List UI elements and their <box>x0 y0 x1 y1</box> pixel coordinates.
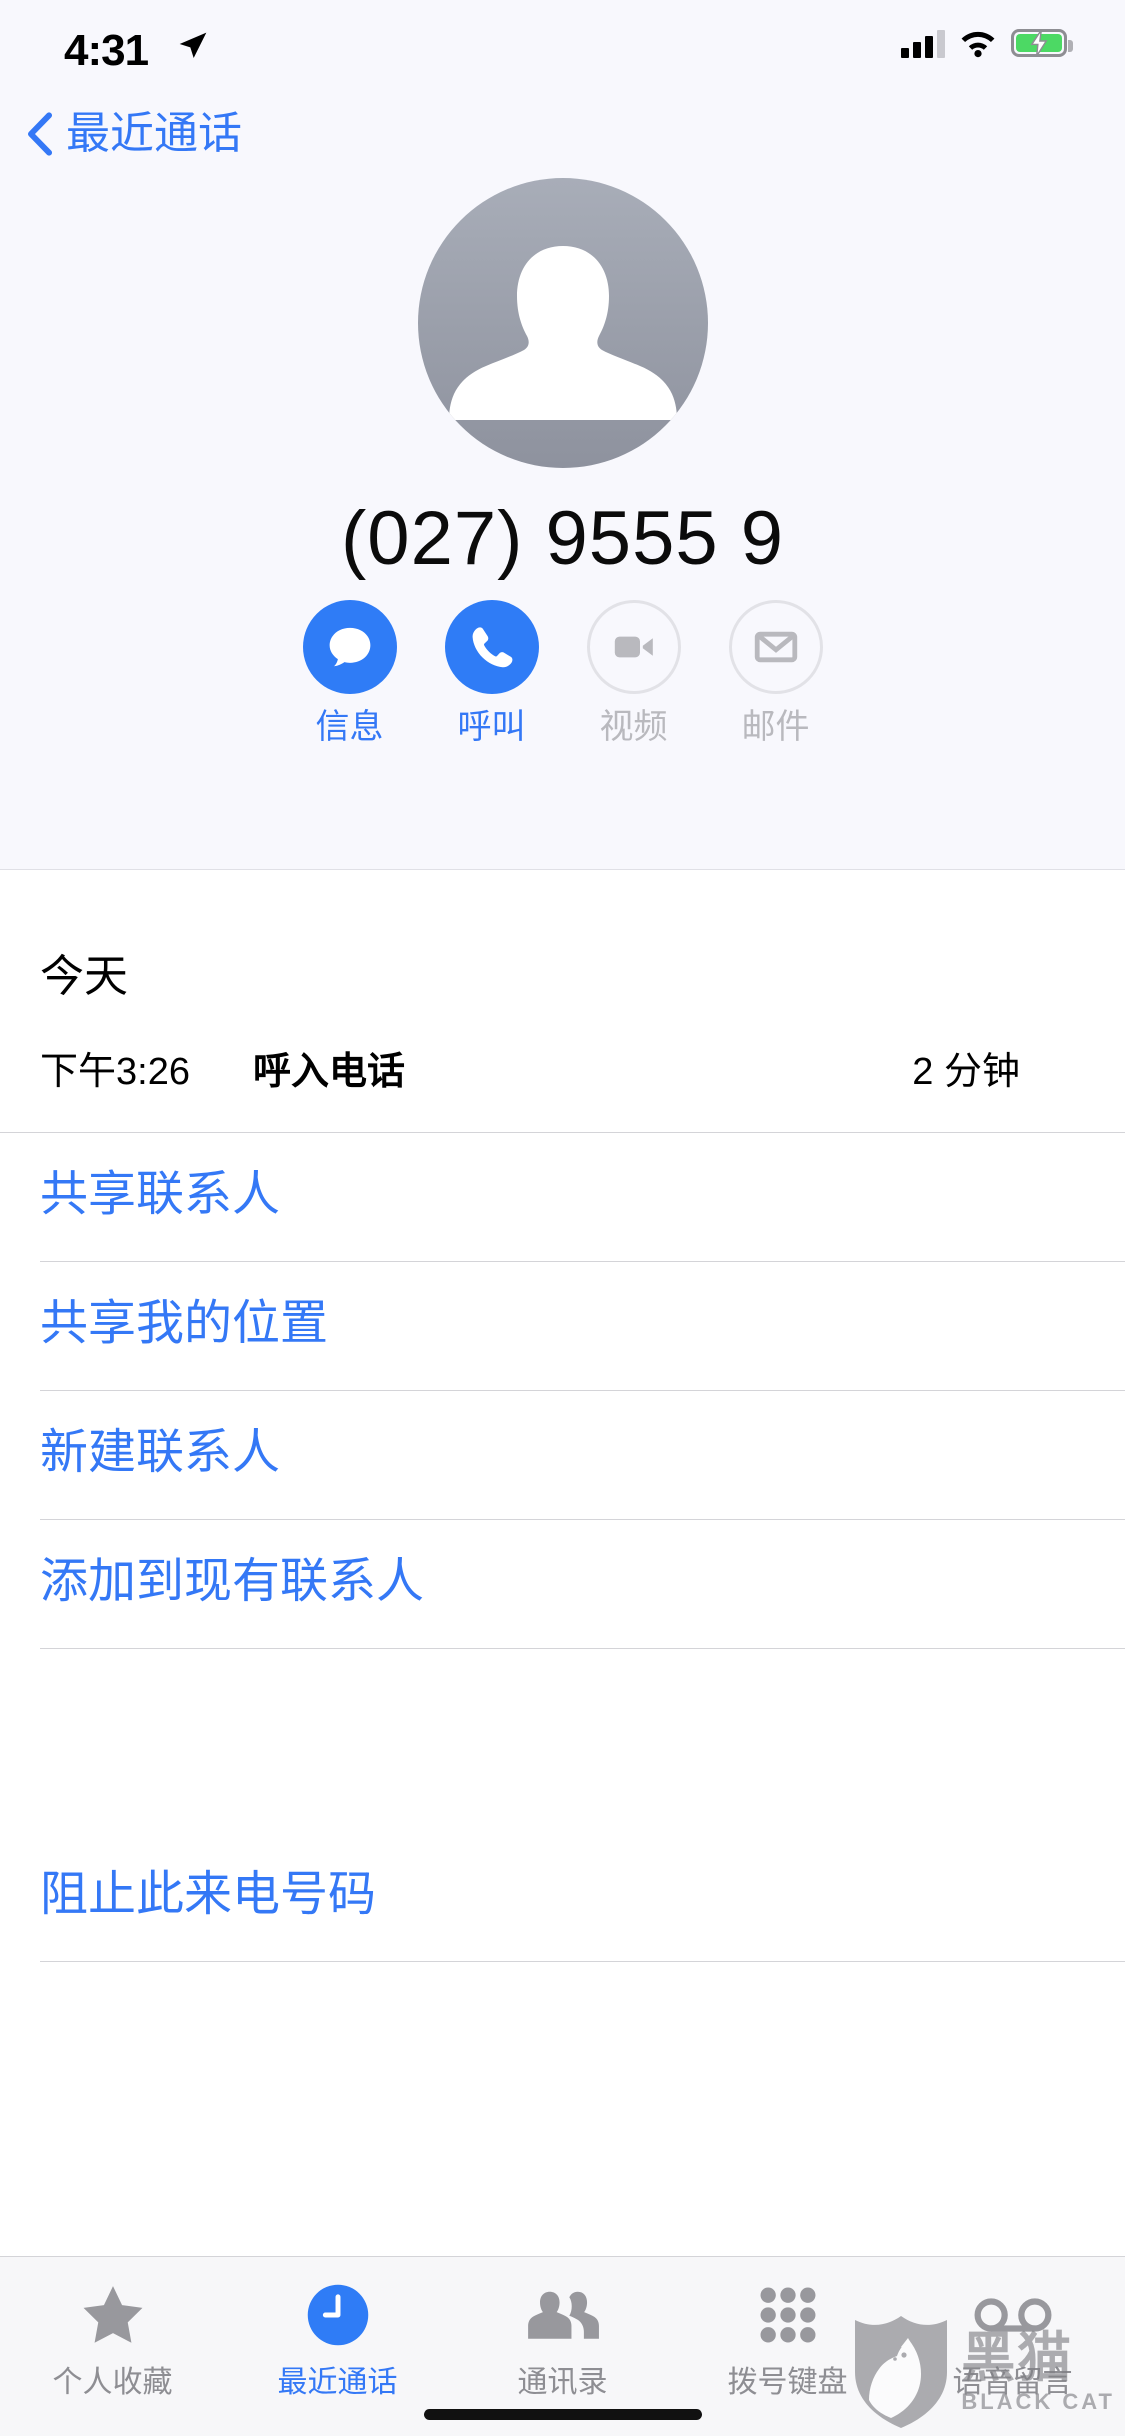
back-button-label: 最近通话 <box>66 109 242 158</box>
list-item-label: 共享我的位置 <box>40 1297 329 1350</box>
list-item-label: 新建联系人 <box>40 1426 281 1479</box>
back-button[interactable]: 最近通话 <box>26 98 242 170</box>
clock-icon <box>305 2279 371 2351</box>
video-action-orb <box>586 600 681 694</box>
phone-number: (027) 9555 9 <box>341 496 784 581</box>
call-log-entry[interactable]: 下午3:26 呼入电话 2 分钟 <box>0 1040 1125 1120</box>
tab-favorites[interactable]: 个人收藏 <box>0 2257 225 2436</box>
tab-label: 最近通话 <box>277 2366 398 2399</box>
wifi-icon <box>961 31 995 58</box>
contacts-icon <box>526 2279 600 2351</box>
envelope-icon <box>754 631 797 663</box>
contact-action-row: 信息 呼叫 视频 邮件 <box>0 600 1125 744</box>
divider <box>40 1648 1125 1649</box>
call-log-duration: 2 分钟 <box>912 1051 1020 1093</box>
list-item-share-my-location[interactable]: 共享我的位置 <box>0 1262 1125 1390</box>
black-cat-shield-logo-icon <box>855 2316 948 2428</box>
mail-action-label: 邮件 <box>741 708 810 746</box>
location-arrow-icon <box>179 32 207 58</box>
contact-header: (027) 9555 9 信息 呼叫 视频 邮件 <box>0 170 1125 870</box>
battery-charging-icon <box>1011 29 1073 57</box>
list-item-share-contact[interactable]: 共享联系人 <box>0 1133 1125 1261</box>
tab-label: 拨号键盘 <box>727 2366 848 2399</box>
list-item-label: 添加到现有联系人 <box>40 1555 425 1608</box>
status-bar: 4:31 <box>0 0 1125 98</box>
call-log-day-header: 今天 <box>40 952 128 1001</box>
message-bubble-icon <box>329 627 370 667</box>
list-item-label: 共享联系人 <box>40 1168 281 1221</box>
watermark-en: BLACK CAT <box>961 2389 1115 2414</box>
divider <box>40 1961 1125 1962</box>
home-indicator[interactable] <box>423 2409 702 2420</box>
mail-action-button[interactable]: 邮件 <box>705 600 847 744</box>
call-log-kind: 呼入电话 <box>253 1051 406 1093</box>
list-item-add-to-existing-contact[interactable]: 添加到现有联系人 <box>0 1520 1125 1648</box>
video-camera-icon <box>614 636 653 658</box>
video-action-button[interactable]: 视频 <box>563 600 705 744</box>
message-action-label: 信息 <box>315 708 384 746</box>
avatar <box>417 178 708 468</box>
chevron-left-icon <box>28 112 52 156</box>
star-icon <box>78 2279 148 2351</box>
list-item-block-caller[interactable]: 阻止此来电号码 <box>0 1833 1125 1961</box>
watermark-text: 黑猫 BLACK CAT <box>961 2331 1115 2413</box>
tab-recents[interactable]: 最近通话 <box>225 2257 450 2436</box>
message-action-button[interactable]: 信息 <box>279 600 421 744</box>
status-bar-indicators <box>901 28 1073 58</box>
tab-label: 通讯录 <box>517 2366 608 2399</box>
video-action-label: 视频 <box>599 708 668 746</box>
call-action-button[interactable]: 呼叫 <box>421 600 563 744</box>
status-bar-clock: 4:31 <box>64 26 149 75</box>
call-action-label: 呼叫 <box>457 708 526 746</box>
person-placeholder-avatar-icon <box>448 246 677 420</box>
call-action-orb <box>444 600 539 694</box>
mail-action-orb <box>728 600 823 694</box>
watermark: 黑猫 BLACK CAT <box>851 2314 1115 2430</box>
watermark-cn: 黑猫 <box>961 2328 1074 2388</box>
cellular-signal-icon <box>901 28 945 58</box>
message-action-orb <box>302 600 397 694</box>
phone-handset-icon <box>472 627 512 668</box>
list-item-create-new-contact[interactable]: 新建联系人 <box>0 1391 1125 1519</box>
call-log-time: 下午3:26 <box>40 1051 190 1093</box>
navigation-bar: 最近通话 <box>0 98 1125 170</box>
list-item-label: 阻止此来电号码 <box>40 1868 377 1921</box>
tab-label: 个人收藏 <box>52 2366 173 2399</box>
keypad-icon <box>754 2279 822 2351</box>
phone-call-detail-screen: 4:31 最近通话 (027) 9555 9 信息 呼叫 视频 邮件 今天 下午… <box>0 0 1125 2436</box>
